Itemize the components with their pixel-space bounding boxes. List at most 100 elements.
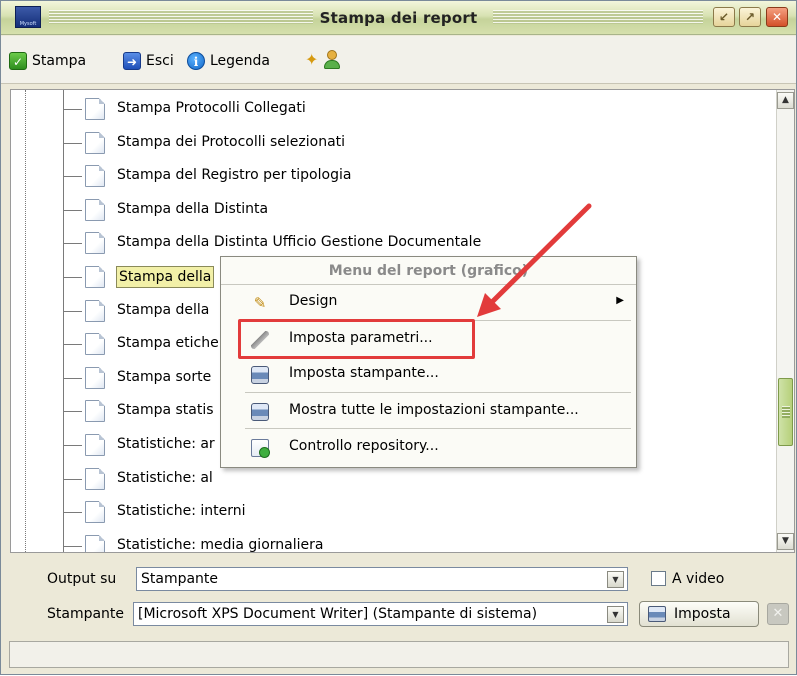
design-icon: ✎: [253, 294, 267, 312]
tree-item[interactable]: Statistiche: interni: [11, 497, 771, 527]
document-icon: [85, 299, 105, 322]
window-title: Stampa dei report: [319, 9, 478, 27]
tree-item-label: Stampa Protocolli Collegati: [117, 100, 306, 116]
tree-item-label: Stampa del Registro per tipologia: [117, 167, 352, 184]
imposta-button[interactable]: Imposta: [639, 601, 759, 627]
menu-item-imposta-stampante[interactable]: Imposta stampante...: [223, 359, 634, 389]
tree-connector-line: [64, 445, 82, 446]
tree-item-label: Stampa della: [117, 301, 210, 318]
report-context-menu: Menu del report (grafico) ✎ Design ▶ Imp…: [220, 256, 637, 468]
menu-separator: [245, 428, 631, 429]
tree-item-label: Statistiche: ar: [117, 436, 215, 452]
tree-item[interactable]: Stampa della Distinta Ufficio Gestione D…: [11, 228, 771, 258]
printer-icon: [251, 366, 269, 384]
menu-item-mostra-impostazioni[interactable]: Mostra tutte le impostazioni stampante..…: [223, 396, 634, 426]
document-icon: [85, 434, 105, 456]
legenda-button[interactable]: i Legenda: [187, 50, 270, 72]
tree-item[interactable]: Statistiche: al: [11, 464, 771, 494]
document-icon: [85, 198, 105, 221]
tree-item-label: Stampa della: [116, 266, 215, 288]
document-icon: [85, 131, 105, 154]
tree-item[interactable]: Statistiche: media giornaliera: [11, 531, 771, 553]
document-icon: [85, 266, 105, 288]
printer-label: Stampante: [47, 606, 125, 622]
scroll-thumb[interactable]: [778, 378, 793, 446]
menu-item-label: Design: [289, 293, 338, 309]
submenu-arrow-icon: ▶: [616, 295, 624, 306]
tree-connector-line: [64, 109, 82, 110]
tree-item[interactable]: Stampa Protocolli Collegati: [11, 94, 771, 124]
document-icon: [85, 333, 105, 356]
status-bar: [9, 641, 789, 668]
document-icon: [85, 534, 105, 552]
a-video-checkbox[interactable]: [651, 571, 666, 586]
tree-item-label: Stampa della Distinta: [117, 200, 269, 217]
tree-connector-line: [64, 344, 82, 346]
esci-button[interactable]: ➜ Esci: [123, 50, 174, 72]
document-icon: [85, 165, 105, 188]
tree-item-label: Stampa etiche: [117, 335, 219, 352]
output-label: Output su: [47, 571, 117, 587]
menu-item-controllo-repository[interactable]: Controllo repository...: [223, 432, 634, 462]
tree-item-label: Stampa sorte: [117, 368, 212, 385]
tree-item[interactable]: Stampa dei Protocolli selezionati: [11, 128, 771, 158]
tree-connector-line: [64, 243, 82, 245]
remove-printer-button[interactable]: ✕: [767, 603, 789, 625]
magic-wand-icon[interactable]: ✦: [305, 50, 323, 70]
tree-connector-line: [64, 310, 82, 312]
tree-connector-line: [64, 377, 82, 379]
menu-item-label: Mostra tutte le impostazioni stampante..…: [289, 402, 579, 418]
tree-item-label: Statistiche: al: [117, 469, 213, 486]
menu-item-label: Controllo repository...: [289, 438, 439, 454]
output-select[interactable]: Stampante ▼: [136, 567, 628, 591]
menu-item-design[interactable]: ✎ Design ▶: [223, 287, 634, 317]
minimize-button[interactable]: ↙: [713, 7, 735, 27]
title-bar: Mysoft Stampa dei report ↙ ↗ ✕: [1, 1, 796, 35]
context-menu-header: Menu del report (grafico): [221, 257, 636, 285]
tree-item[interactable]: Stampa della Distinta: [11, 195, 771, 225]
tree-item-label: Stampa dei Protocolli selezionati: [117, 133, 346, 150]
tree-connector-line: [64, 512, 82, 514]
menu-item-label: Imposta stampante...: [289, 365, 439, 381]
info-icon: i: [187, 52, 205, 70]
vertical-scrollbar[interactable]: ▲ ▼: [776, 90, 794, 552]
tree-connector-line: [64, 478, 82, 480]
imposta-label: Imposta: [674, 606, 731, 622]
tree-item[interactable]: Stampa del Registro per tipologia: [11, 161, 771, 191]
scroll-up-button[interactable]: ▲: [777, 92, 794, 109]
report-print-window: Mysoft Stampa dei report ↙ ↗ ✕ ✓ Stampa …: [0, 0, 797, 675]
menu-separator: [245, 392, 631, 393]
exit-arrow-icon: ➜: [123, 52, 141, 70]
tree-connector-line: [64, 176, 82, 178]
tree-item-label: Stampa della Distinta Ufficio Gestione D…: [117, 234, 482, 251]
esci-label: Esci: [146, 53, 174, 69]
toolbar: ✓ Stampa ➜ Esci i Legenda ✦: [1, 36, 796, 84]
printer-select[interactable]: [Microsoft XPS Document Writer] (Stampan…: [133, 602, 628, 626]
chevron-down-icon[interactable]: ▼: [607, 571, 624, 588]
document-icon: [85, 366, 105, 389]
document-icon: [85, 232, 105, 255]
user-icon[interactable]: [323, 50, 341, 70]
printer-icon: [648, 606, 666, 622]
close-button[interactable]: ✕: [766, 7, 788, 27]
document-icon: [85, 98, 105, 120]
tree-connector-line: [64, 545, 82, 547]
printer-select-value: [Microsoft XPS Document Writer] (Stampan…: [138, 606, 538, 622]
tree-item-label: Statistiche: media giornaliera: [117, 536, 324, 553]
chevron-down-icon[interactable]: ▼: [607, 606, 624, 623]
output-select-value: Stampante: [141, 571, 219, 587]
highlight-annotation: [238, 319, 475, 359]
tree-connector-line: [64, 209, 82, 211]
scroll-down-button[interactable]: ▼: [777, 533, 794, 550]
tree-connector-line: [64, 277, 82, 278]
document-icon: [85, 400, 105, 423]
check-icon: ✓: [9, 52, 27, 70]
tree-connector-line: [64, 142, 82, 144]
printer-icon: [251, 403, 269, 421]
tree-connector-line: [64, 411, 82, 413]
tree-item-label: Statistiche: interni: [117, 503, 246, 520]
tree-item-label: Stampa statis: [117, 402, 214, 419]
document-icon: [85, 467, 105, 490]
stampa-button[interactable]: ✓ Stampa: [9, 50, 86, 72]
maximize-button[interactable]: ↗: [739, 7, 761, 27]
